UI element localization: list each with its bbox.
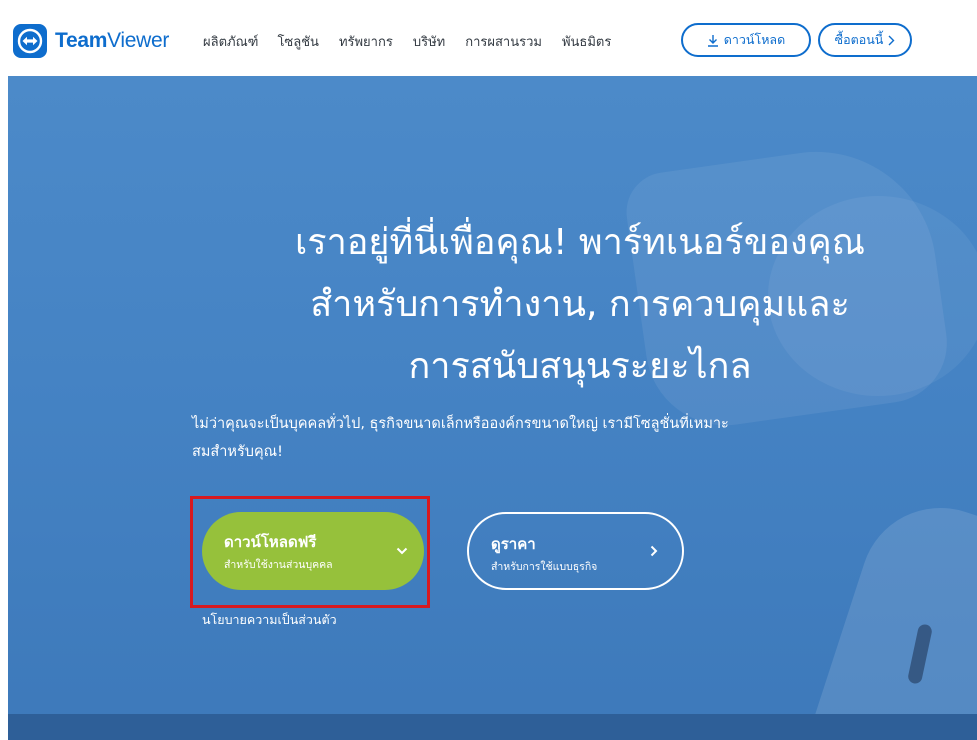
hero-bottom-strip (8, 714, 977, 740)
nav-item-solutions[interactable]: โซลูชัน (277, 31, 318, 52)
logo-wordmark: TeamViewer (55, 29, 170, 52)
nav-item-integrations[interactable]: การผสานรวม (465, 31, 542, 52)
chevron-right-icon (888, 35, 895, 46)
header-buy-now-button[interactable]: ซื้อตอนนี้ (818, 23, 912, 57)
hero-background-hand (814, 487, 977, 740)
chevron-down-icon (396, 540, 408, 559)
nav-item-partners[interactable]: พันธมิตร (562, 31, 611, 52)
view-pricing-title: ดูราคา (491, 535, 536, 553)
hero-subtitle-line: ไม่ว่าคุณจะเป็นบุคคลทั่วไป, ธุรกิจขนาดเล… (192, 416, 729, 432)
nav-item-resources[interactable]: ทรัพยากร (339, 31, 393, 52)
hero-subtitle: ไม่ว่าคุณจะเป็นบุคคลทั่วไป, ธุรกิจขนาดเล… (192, 410, 972, 466)
hero-title: เราอยู่ที่นี่เพื่อคุณ! พาร์ทเนอร์ของคุณ … (190, 212, 970, 398)
teamviewer-logo[interactable]: TeamViewer (13, 24, 169, 58)
header-download-label: ดาวน์โหลด (723, 32, 786, 47)
hero-subtitle-line: สมสำหรับคุณ! (192, 444, 283, 460)
header-buy-label: ซื้อตอนนี้ (834, 32, 884, 47)
download-icon (707, 34, 719, 47)
view-pricing-subtitle: สำหรับการใช้แบบธุรกิจ (491, 561, 598, 573)
hero-title-line: สำหรับการทำงาน, การควบคุมและ (310, 284, 850, 325)
header-download-button[interactable]: ดาวน์โหลด (681, 23, 811, 57)
privacy-policy-link[interactable]: นโยบายความเป็นส่วนตัว (202, 610, 337, 630)
hero-title-line: เราอยู่ที่นี่เพื่อคุณ! พาร์ทเนอร์ของคุณ (294, 222, 866, 263)
top-navigation-bar: TeamViewer ผลิตภัณฑ์ โซลูชัน ทรัพยากร บร… (0, 0, 977, 76)
chevron-right-icon (650, 542, 658, 561)
view-pricing-button[interactable]: ดูราคา สำหรับการใช้แบบธุรกิจ (467, 512, 684, 590)
teamviewer-logo-icon (13, 24, 47, 58)
download-free-button[interactable]: ดาวน์โหลดฟรี สำหรับใช้งานส่วนบุคคล (202, 512, 424, 590)
nav-item-products[interactable]: ผลิตภัณฑ์ (203, 31, 258, 52)
download-free-title: ดาวน์โหลดฟรี (224, 533, 317, 551)
hero-section (8, 76, 977, 740)
download-free-subtitle: สำหรับใช้งานส่วนบุคคล (224, 559, 333, 571)
nav-item-company[interactable]: บริษัท (413, 31, 445, 52)
hero-title-line: การสนับสนุนระยะไกล (408, 346, 752, 387)
main-nav: ผลิตภัณฑ์ โซลูชัน ทรัพยากร บริษัท การผสา… (203, 31, 631, 52)
